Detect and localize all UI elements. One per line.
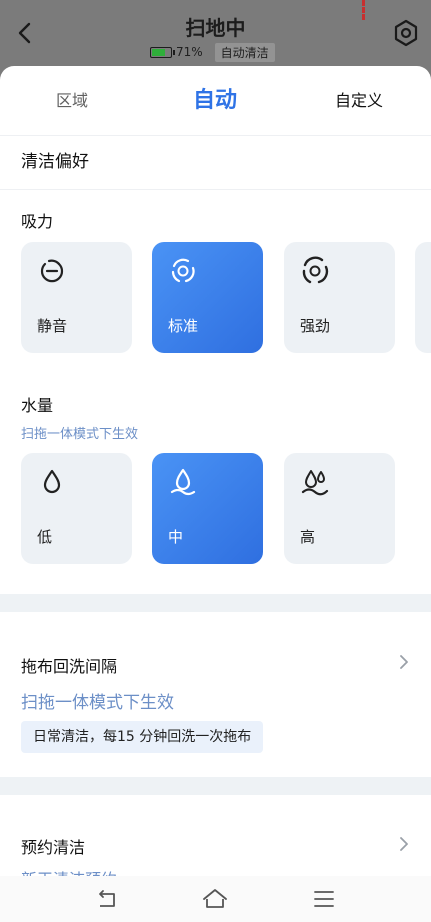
water-option-label: 中 [168,528,184,546]
suction-option-standard[interactable]: 标准 [152,242,263,353]
suction-option-label: 强劲 [300,317,331,335]
mode-chip: 自动清洁 [214,42,275,62]
suction-option-label: 标准 [168,317,199,335]
water-label: 水量 [21,396,54,415]
tab-custom[interactable]: 自定义 [335,66,383,136]
water-option-low[interactable]: 低 [21,453,132,564]
section-divider [0,777,431,795]
water-option-high[interactable]: 高 [284,453,395,564]
water-drop-high-icon [301,470,329,496]
schedule-title: 预约清洁 [21,838,86,857]
suction-label: 吸力 [21,212,54,231]
suction-option-more[interactable] [415,242,431,353]
water-option-label: 高 [300,528,316,546]
suction-option-strong[interactable]: 强劲 [284,242,395,353]
chevron-right-icon [400,837,408,851]
section-divider [0,594,431,612]
chevron-right-icon [400,655,408,669]
suction-option-quiet[interactable]: 静音 [21,242,132,353]
schedule-note-partial: 新王清洁预约 [21,866,117,876]
battery-icon [150,46,175,58]
strong-fan-icon [302,256,329,284]
system-nav-bar [0,876,431,922]
settings-icon[interactable] [391,18,421,48]
section-title-preferences: 清洁偏好 [0,136,431,190]
water-drop-medium-icon [170,468,196,496]
quiet-icon [40,259,64,283]
mode-tabs: 区域 自动 自定义 [0,66,431,136]
water-drop-low-icon [43,469,61,494]
water-option-medium[interactable]: 中 [152,453,263,564]
battery-percent: 71% [176,45,203,59]
standard-fan-icon [171,258,195,283]
page-title: 扫地中 [185,16,246,40]
tab-auto[interactable]: 自动 [193,66,237,136]
status-row: 71% 自动清洁 [150,42,275,62]
clean-settings-sheet: 区域 自动 自定义 清洁偏好 吸力 静音 标准 强劲 水量 扫拖一体模式下生效 … [0,66,431,922]
decorative-marker [362,0,365,20]
mop-wash-interval-badge: 日常清洁，每15 分钟回洗一次拖布 [21,721,264,753]
suction-option-label: 静音 [37,317,68,335]
nav-menu-icon[interactable] [311,886,337,912]
nav-back-icon[interactable] [94,886,120,912]
tab-area[interactable]: 区域 [56,66,88,136]
nav-home-icon[interactable] [202,886,228,912]
mop-wash-title: 拖布回洗间隔 [21,657,118,676]
mop-wash-note: 扫拖一体模式下生效 [21,693,174,713]
water-option-label: 低 [37,528,53,546]
water-note: 扫拖一体模式下生效 [21,427,139,442]
